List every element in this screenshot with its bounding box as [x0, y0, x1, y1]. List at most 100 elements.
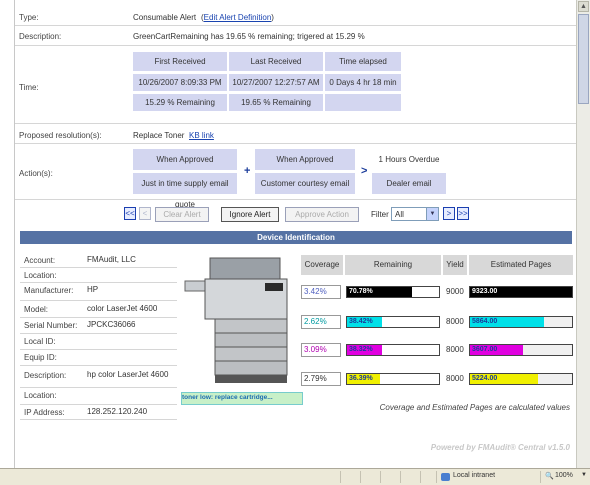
yield-value: 8000: [446, 374, 464, 383]
status-segment: [380, 471, 381, 483]
device-info-label: Account:: [24, 256, 56, 265]
status-segment: [340, 471, 341, 483]
remaining-bar: 36.39%: [346, 373, 440, 385]
previous-button[interactable]: <: [139, 207, 151, 220]
scroll-up-icon[interactable]: ▲: [578, 1, 589, 12]
coverage-value: 2.62%: [301, 315, 341, 329]
action-1-header: When Approved: [133, 149, 237, 170]
zone-segment: Local intranet: [436, 471, 537, 483]
first-remaining-value: 15.29 % Remaining: [133, 94, 227, 111]
remaining-header: Remaining: [345, 255, 441, 275]
first-page-button[interactable]: <<: [124, 207, 136, 220]
device-info-value: FMAudit, LLC: [87, 255, 136, 264]
first-received-value: 10/26/2007 8:09:33 PM: [133, 74, 227, 91]
next-button[interactable]: >: [443, 207, 455, 220]
yield-header: Yield: [443, 255, 467, 275]
device-info-value: JPCKC36066: [87, 320, 136, 329]
action-3-header: 1 Hours Overdue: [372, 149, 446, 170]
actions-row: Action(s): When Approved Just in time su…: [15, 145, 576, 209]
vertical-scrollbar[interactable]: ▲: [576, 0, 590, 468]
zoom-segment[interactable]: 🔍 100% ▼: [540, 471, 590, 483]
status-segment: [400, 471, 401, 483]
remaining-bar: 70.78%: [346, 286, 440, 298]
action-1-value: Just in time supply email quote: [133, 173, 237, 209]
description-label: Description:: [19, 32, 62, 41]
device-info-row: IP Address: 128.252.120.240: [20, 405, 177, 420]
estimated-pages-value: 5224.00: [472, 375, 498, 382]
device-info-row: Local ID:: [20, 334, 177, 350]
resolution-value: Replace Toner: [133, 131, 185, 140]
time-elapsed-value: 0 Days 4 hr 18 min: [325, 74, 401, 91]
remaining-bar: 38.32%: [346, 344, 440, 356]
status-segment: [420, 471, 421, 483]
time-label: Time:: [19, 83, 39, 92]
remaining-value: 36.39%: [349, 375, 373, 382]
resolution-row: Proposed resolution(s): Replace Toner KB…: [15, 125, 576, 144]
powered-by-text: Powered by FMAudit® Central v1.5.0: [430, 443, 570, 452]
plus-connector: +: [244, 165, 251, 177]
kb-link[interactable]: KB link: [189, 131, 214, 140]
type-label: Type:: [19, 13, 39, 22]
zoom-dropdown-icon: ▼: [581, 472, 587, 478]
printer-control-panel: [265, 283, 283, 291]
toner-low-message: toner low: replace cartridge...: [181, 392, 303, 405]
calculated-values-note: Coverage and Estimated Pages are calcula…: [379, 403, 570, 412]
printer-drawer-4: [214, 360, 288, 376]
ignore-alert-button[interactable]: Ignore Alert: [221, 207, 279, 222]
device-info-row: Model: color LaserJet 4600: [20, 302, 177, 318]
local-intranet-icon: [441, 473, 450, 481]
device-info-label: Location:: [24, 391, 57, 400]
remaining-value: 38.42%: [349, 318, 373, 325]
type-row: Type: Consumable Alert (Edit Alert Defin…: [15, 9, 576, 26]
alert-content: Type: Consumable Alert (Edit Alert Defin…: [15, 0, 576, 468]
zoom-icon: 🔍: [545, 473, 554, 480]
status-segment: [360, 471, 361, 483]
yield-value: 9000: [446, 287, 464, 296]
last-received-value: 10/27/2007 12:27:57 AM: [229, 74, 323, 91]
device-info-label: Description:: [24, 371, 67, 380]
device-info-row: Location:: [20, 268, 177, 283]
resolution-label: Proposed resolution(s):: [19, 131, 102, 140]
device-info-value: hp color LaserJet 4600: [87, 370, 169, 379]
coverage-value: 3.42%: [301, 285, 341, 299]
edit-alert-definition-link[interactable]: Edit Alert Definition: [204, 13, 272, 22]
device-info-label: Local ID:: [24, 337, 56, 346]
chevron-down-icon: ▼: [426, 208, 438, 220]
filter-label: Filter: [371, 210, 389, 219]
filter-select-value: All: [395, 210, 404, 219]
printer-drawer-2: [214, 332, 288, 348]
device-info-row: Account: FMAudit, LLC: [20, 253, 177, 268]
printer-base: [215, 375, 287, 383]
scrollbar-thumb[interactable]: [578, 14, 589, 104]
last-remaining-value: 19.65 % Remaining: [229, 94, 323, 111]
device-info-label: Model:: [24, 305, 49, 314]
remaining-value: 38.32%: [349, 346, 373, 353]
estimated-pages-bar: 5864.00: [469, 316, 573, 328]
coverage-header: Coverage: [301, 255, 343, 275]
device-info-value: 128.252.120.240: [87, 407, 148, 416]
device-info-row: Equip ID:: [20, 350, 177, 366]
filter-select[interactable]: All ▼: [391, 207, 439, 221]
time-empty-cell: [325, 94, 401, 111]
yield-value: 8000: [446, 345, 464, 354]
remaining-bar: 38.42%: [346, 316, 440, 328]
time-row: Time: First Received Last Received Time …: [15, 47, 576, 124]
status-bar: Local intranet 🔍 100% ▼: [0, 468, 590, 485]
description-row: Description: GreenCartRemaining has 19.6…: [15, 27, 576, 46]
time-elapsed-header: Time elapsed: [325, 52, 401, 71]
approve-action-button[interactable]: Approve Action: [285, 207, 359, 222]
printer-drawer-1: [214, 318, 288, 334]
estimated-pages-value: 5864.00: [472, 318, 498, 325]
device-identification-header: Device Identification: [20, 231, 572, 244]
arrow-connector: >: [361, 165, 368, 177]
action-2-value: Customer courtesy email: [255, 173, 355, 194]
clear-alert-button[interactable]: Clear Alert: [155, 207, 209, 222]
frame-left-border: [0, 0, 15, 484]
device-info-row: Manufacturer: HP: [20, 283, 177, 301]
estimated-pages-value: 3607.00: [472, 346, 498, 353]
last-page-button[interactable]: >>: [457, 207, 469, 220]
coverage-value: 2.79%: [301, 372, 341, 386]
zoom-level: 100%: [555, 472, 573, 479]
coverage-value: 3.09%: [301, 343, 341, 357]
estimated-pages-header: Estimated Pages: [469, 255, 573, 275]
